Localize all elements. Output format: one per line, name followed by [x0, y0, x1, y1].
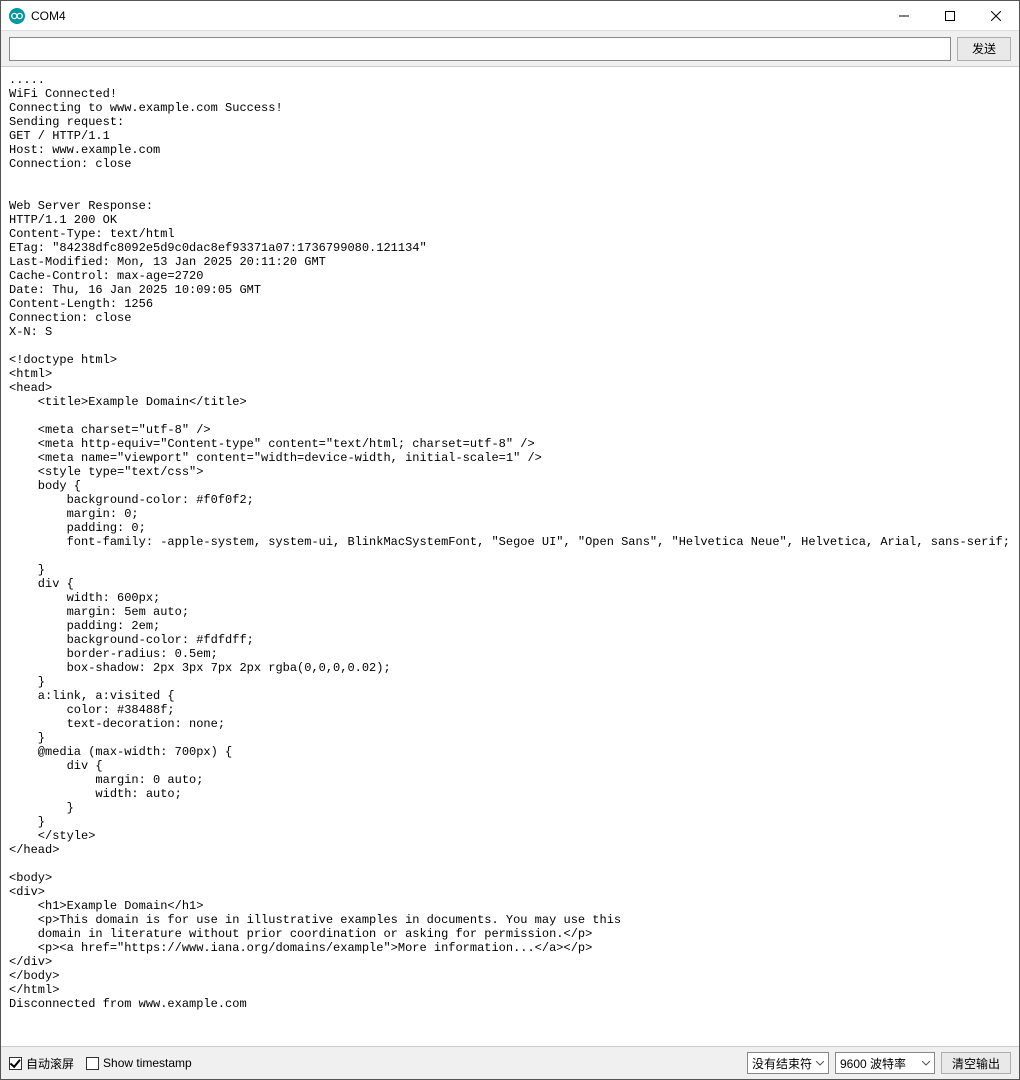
minimize-button[interactable]	[881, 1, 927, 30]
line-ending-select[interactable]: 没有结束符	[747, 1052, 829, 1074]
show-timestamp-checkbox[interactable]: Show timestamp	[86, 1056, 192, 1070]
window-controls	[881, 1, 1019, 30]
send-button[interactable]: 发送	[957, 37, 1011, 61]
checkbox-icon	[86, 1057, 99, 1070]
baud-rate-select[interactable]: 9600 波特率	[835, 1052, 935, 1074]
show-timestamp-label: Show timestamp	[103, 1056, 192, 1070]
send-toolbar: 发送	[1, 31, 1019, 67]
serial-monitor-window: COM4 发送 ..... WiFi Connected! Connecting…	[0, 0, 1020, 1080]
arduino-icon	[9, 8, 25, 24]
chevron-down-icon	[816, 1056, 824, 1070]
titlebar: COM4	[1, 1, 1019, 31]
checkbox-icon	[9, 1057, 22, 1070]
chevron-down-icon	[922, 1056, 930, 1070]
window-title: COM4	[31, 9, 881, 23]
send-input[interactable]	[9, 37, 951, 61]
statusbar: 自动滚屏 Show timestamp 没有结束符 9600 波特率 清空输出	[1, 1047, 1019, 1079]
clear-output-button[interactable]: 清空输出	[941, 1052, 1011, 1074]
baud-rate-value: 9600 波特率	[840, 1055, 906, 1072]
serial-output[interactable]: ..... WiFi Connected! Connecting to www.…	[1, 67, 1019, 1047]
close-button[interactable]	[973, 1, 1019, 30]
autoscroll-checkbox[interactable]: 自动滚屏	[9, 1055, 74, 1072]
autoscroll-label: 自动滚屏	[26, 1055, 74, 1072]
maximize-button[interactable]	[927, 1, 973, 30]
line-ending-value: 没有结束符	[752, 1055, 812, 1072]
